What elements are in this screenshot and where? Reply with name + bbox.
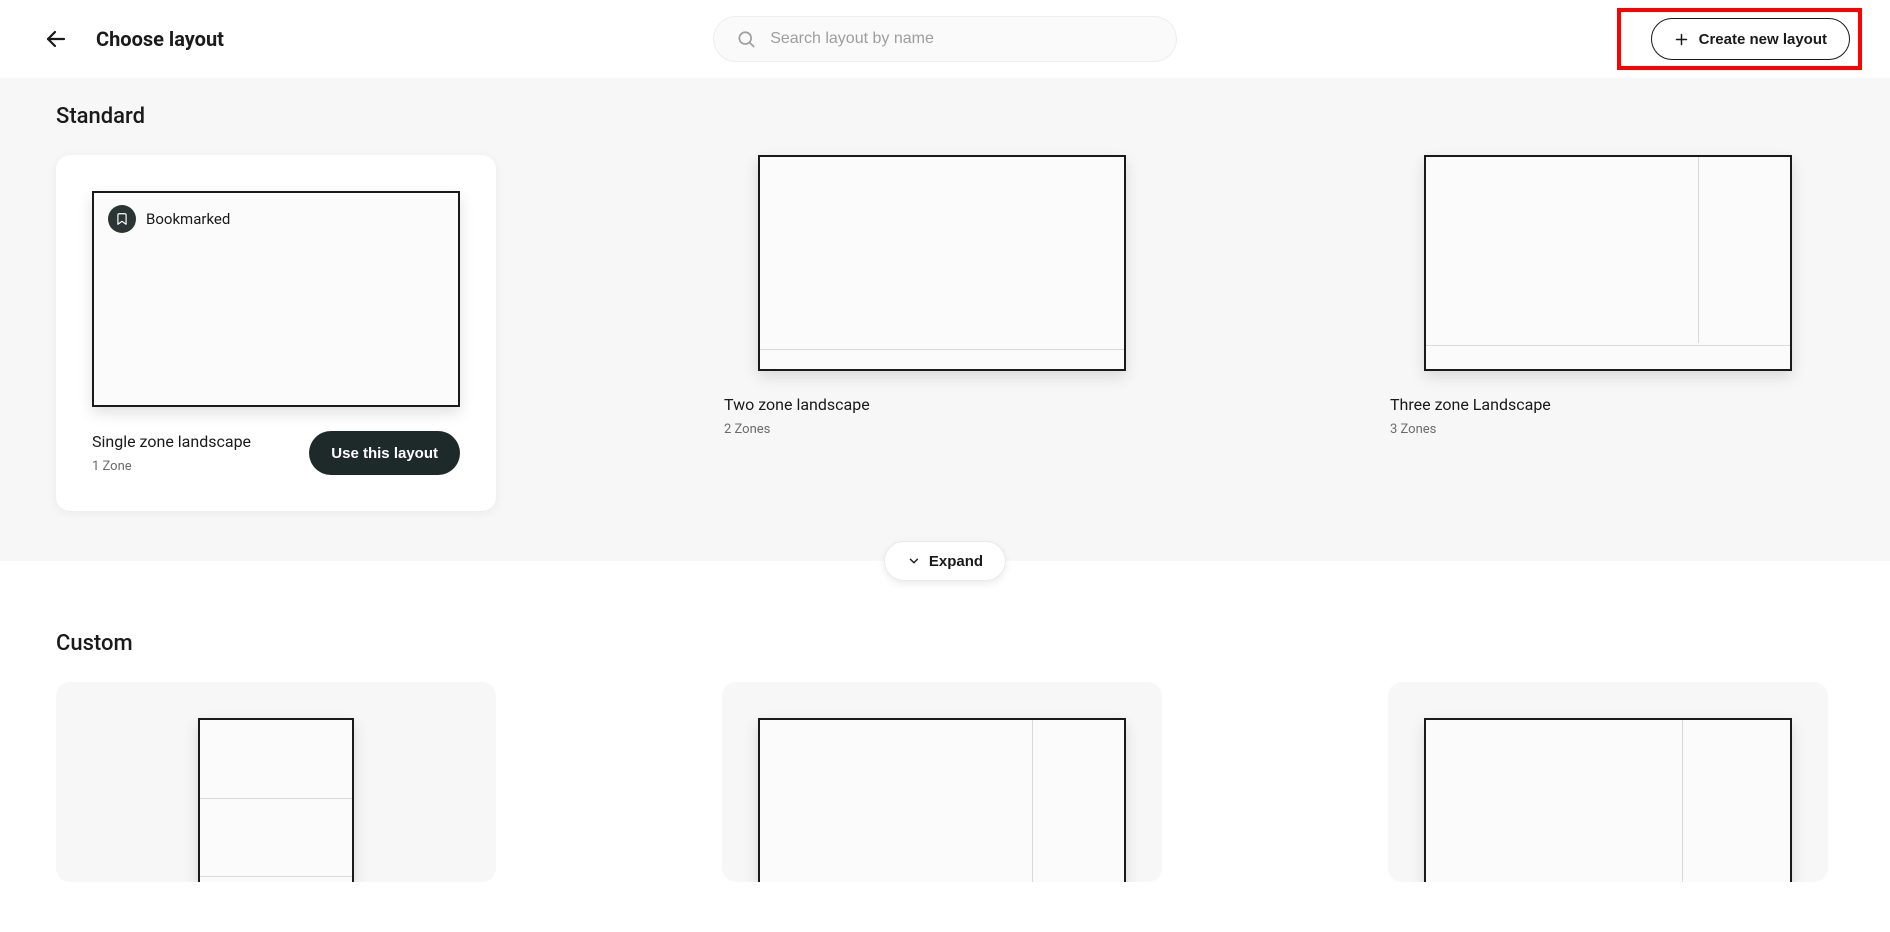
zone-divider [200, 798, 352, 799]
use-button-label: Use this layout [331, 445, 438, 462]
search-input[interactable] [770, 30, 1154, 48]
header-bar: Choose layout Create new layout [0, 0, 1890, 78]
bookmark-badge: Bookmarked [108, 205, 230, 233]
zone-divider [1032, 720, 1033, 882]
expand-button[interactable]: Expand [884, 541, 1006, 581]
standard-grid: Bookmarked Single zone landscape 1 Zone … [56, 155, 1834, 511]
standard-section: Standard Bookmarked Single zone landscap… [0, 78, 1890, 561]
layout-card-custom-1[interactable] [56, 682, 496, 882]
expand-label: Expand [929, 553, 983, 570]
expand-container: Expand [884, 541, 1006, 581]
layout-preview: Bookmarked [92, 191, 460, 407]
card-footer: Two zone landscape 2 Zones [722, 395, 1162, 437]
layout-card-custom-2[interactable] [722, 682, 1162, 882]
use-layout-button[interactable]: Use this layout [309, 431, 460, 475]
layout-preview [1424, 718, 1792, 882]
card-meta: Three zone Landscape 3 Zones [1390, 395, 1551, 437]
chevron-down-icon [907, 554, 921, 568]
header-actions: Create new layout [1651, 18, 1850, 60]
section-title-standard: Standard [56, 104, 1834, 129]
layout-name: Two zone landscape [724, 395, 870, 414]
card-footer: Single zone landscape 1 Zone Use this la… [92, 431, 460, 475]
zone-divider [760, 349, 1124, 350]
zone-divider [1426, 345, 1790, 346]
search-container [713, 16, 1177, 62]
bookmark-label: Bookmarked [146, 210, 230, 228]
layout-preview [758, 718, 1126, 882]
layout-card-single-zone[interactable]: Bookmarked Single zone landscape 1 Zone … [56, 155, 496, 511]
create-new-layout-button[interactable]: Create new layout [1651, 18, 1850, 60]
layout-name: Three zone Landscape [1390, 395, 1551, 414]
plus-icon [1674, 32, 1689, 47]
back-button[interactable] [40, 23, 72, 55]
layout-zones: 2 Zones [724, 422, 870, 437]
card-footer: Three zone Landscape 3 Zones [1388, 395, 1828, 437]
layout-card-three-zone[interactable]: Three zone Landscape 3 Zones [1388, 155, 1828, 511]
custom-section: Custom [0, 561, 1890, 932]
arrow-left-icon [44, 27, 68, 51]
section-title-custom: Custom [56, 631, 1834, 656]
card-meta: Single zone landscape 1 Zone [92, 432, 251, 474]
bookmark-icon [108, 205, 136, 233]
zone-divider [1698, 157, 1699, 343]
layout-name: Single zone landscape [92, 432, 251, 451]
layout-card-two-zone[interactable]: Two zone landscape 2 Zones [722, 155, 1162, 511]
zone-divider [200, 876, 352, 877]
layout-preview [1424, 155, 1792, 371]
page-title: Choose layout [96, 27, 224, 51]
layout-preview [758, 155, 1126, 371]
custom-grid [56, 682, 1834, 882]
card-meta: Two zone landscape 2 Zones [724, 395, 870, 437]
create-button-label: Create new layout [1699, 31, 1827, 48]
layout-zones: 1 Zone [92, 459, 251, 474]
layout-card-custom-3[interactable] [1388, 682, 1828, 882]
layout-preview [198, 718, 354, 882]
search-icon [736, 28, 756, 50]
search-field[interactable] [713, 16, 1177, 62]
zone-divider [1682, 720, 1683, 882]
layout-zones: 3 Zones [1390, 422, 1551, 437]
